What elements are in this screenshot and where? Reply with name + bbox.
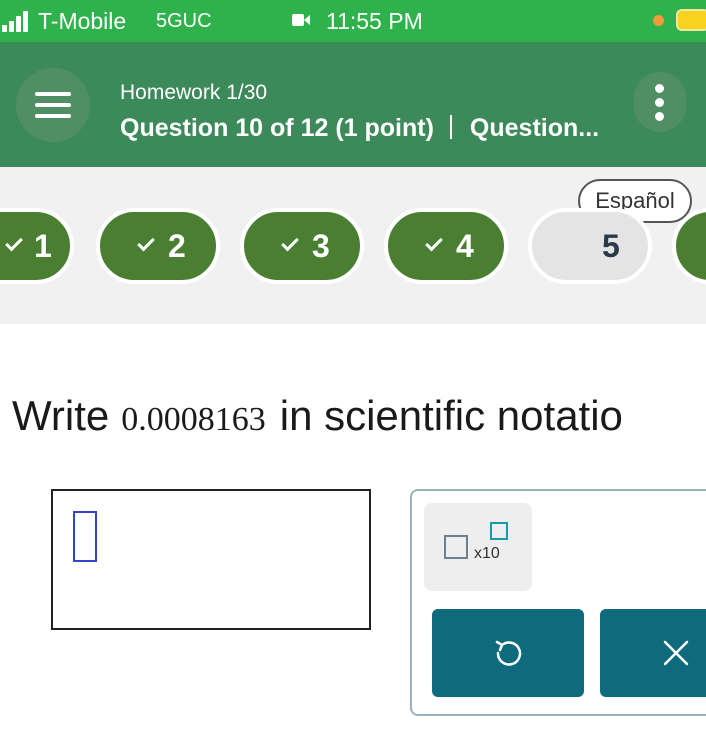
- question-suffix: in scientific notatio: [279, 392, 623, 439]
- clock: 11:55 PM: [326, 8, 423, 34]
- divider: [449, 115, 452, 139]
- network-label: 5GUC: [156, 10, 212, 32]
- check-icon: [425, 233, 443, 252]
- question-number: 2: [168, 228, 186, 264]
- signal-icon: [2, 10, 32, 32]
- question-4-button[interactable]: 4: [384, 208, 508, 284]
- question-title: Question 10 of 12 (1 point) Question...: [120, 112, 599, 144]
- page: T-Mobile 5GUC 11:55 PM Homework 1/30 Que…: [0, 0, 706, 740]
- undo-button[interactable]: [432, 609, 584, 697]
- menu-button[interactable]: [16, 68, 90, 142]
- placeholder-box-icon: [444, 535, 468, 559]
- more-options-button[interactable]: [634, 72, 686, 132]
- check-icon: [137, 233, 155, 252]
- question-3-button[interactable]: 3: [240, 208, 364, 284]
- question-1-button[interactable]: 1: [0, 208, 74, 284]
- question-tab-link[interactable]: Question...: [470, 114, 599, 142]
- answer-input[interactable]: [51, 489, 371, 630]
- undo-icon: [495, 640, 522, 666]
- question-info: Question 10 of 12 (1 point): [120, 114, 434, 142]
- question-2-button[interactable]: 2: [96, 208, 220, 284]
- close-icon: [663, 640, 689, 666]
- math-palette: x10: [410, 489, 706, 716]
- homework-title: Homework 1/30: [120, 81, 268, 104]
- question-number: 5: [602, 228, 620, 264]
- sci-notation-label: x10: [474, 545, 500, 562]
- clear-button[interactable]: [600, 609, 706, 697]
- question-number: 1: [34, 228, 52, 264]
- app-header: Homework 1/30 Question 10 of 12 (1 point…: [0, 42, 706, 167]
- status-bar: T-Mobile 5GUC 11:55 PM: [0, 0, 706, 42]
- battery-icon: [676, 9, 706, 31]
- exponent-box-icon: [490, 522, 508, 540]
- scientific-notation-button[interactable]: x10: [424, 503, 532, 591]
- question-prompt: Write 0.0008163 in scientific notatio: [12, 392, 623, 444]
- question-number: 4: [456, 228, 474, 264]
- carrier-label: T-Mobile: [38, 8, 127, 34]
- question-5-button[interactable]: 5: [528, 208, 652, 284]
- question-number: 3: [312, 228, 330, 264]
- privacy-indicator-icon: [653, 15, 664, 26]
- answer-cursor-slot[interactable]: [73, 511, 97, 562]
- question-nav-strip: Español 1 2 3 4 5: [0, 167, 706, 324]
- question-prefix: Write: [12, 392, 110, 439]
- check-icon: [5, 233, 23, 252]
- question-number-value: 0.0008163: [121, 401, 266, 438]
- check-icon: [281, 233, 299, 252]
- screen-recording-icon: [292, 14, 310, 26]
